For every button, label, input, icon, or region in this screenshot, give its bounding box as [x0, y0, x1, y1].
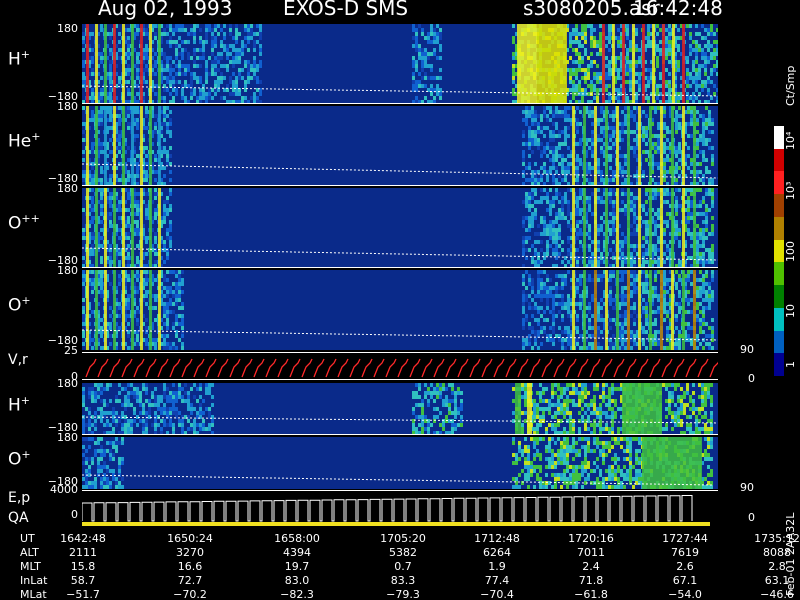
orbit-info-value: 2.4: [582, 560, 600, 573]
colorbar-swatch: [774, 330, 784, 354]
orbit-info-table: UT ALT MLT InLat MLat 1642:48 2111 15.8 58.…: [0, 528, 800, 600]
orbit-info-value: 83.0: [284, 574, 310, 587]
panel-label-o-plus-lower: O+: [8, 448, 31, 470]
tick-label: 4000: [50, 483, 78, 496]
colorbar-swatch: [774, 126, 784, 150]
panel-label-vr: V,r: [8, 352, 28, 368]
colorbar-swatch: [774, 239, 784, 263]
orbit-info-value: 3270: [176, 546, 204, 559]
orbit-info-value: 5382: [389, 546, 417, 559]
qa-bar: [82, 522, 710, 526]
colorbar-swatch: [774, 262, 784, 286]
orbit-info-value: 16.6: [177, 560, 203, 573]
o-plus-plus-spectrogram: [82, 188, 718, 268]
panel-label-h-plus: H+: [8, 48, 31, 70]
orbit-info-value: −79.3: [386, 588, 420, 600]
orbit-info-value: 7011: [577, 546, 605, 559]
colorbar-swatch: [774, 307, 784, 332]
colorbar-swatch: [774, 148, 784, 172]
tick-label: 180: [57, 377, 78, 390]
orbit-info-value: 1727:44: [662, 532, 708, 545]
panel-label-he-plus: He+: [8, 130, 41, 152]
orbit-info-value: 15.8: [70, 560, 96, 573]
right-tick-label: 0: [748, 511, 755, 524]
instrument-title: EXOS-D SMS: [283, 0, 409, 20]
orbit-info-value: 1705:20: [380, 532, 426, 545]
spectrogram-canvas: [82, 437, 713, 489]
h-plus-lower-spectrogram: [82, 383, 718, 435]
tick-label: 180: [57, 264, 78, 277]
orbit-info-value: 72.7: [177, 574, 203, 587]
header: Aug 02, 1993 EXOS-D SMS s3080205.asr 16:…: [0, 0, 800, 22]
colorbar-swatch: [774, 194, 784, 218]
orbit-info-value: 67.1: [672, 574, 698, 587]
orbit-info-value: 2111: [69, 546, 97, 559]
orbit-info-value: −54.0: [668, 588, 702, 600]
orbit-info-value: −51.7: [66, 588, 100, 600]
colorbar-swatch: [774, 171, 784, 195]
colorbar-swatch: [774, 353, 784, 377]
he-plus-spectrogram: [82, 106, 718, 186]
orbit-info-value: 7619: [671, 546, 699, 559]
orbit-info-value: −70.2: [173, 588, 207, 600]
colorbar-unit: Ct/Smp: [784, 65, 797, 106]
vr-panel: [82, 352, 718, 380]
colorbar-tick: 10: [784, 304, 797, 318]
spectrogram-canvas: [82, 188, 718, 267]
orbit-info-value: 2.6: [676, 560, 694, 573]
o-plus-lower-spectrogram: [82, 437, 718, 489]
orbit-info-value: 1650:24: [167, 532, 213, 545]
colorbar-tick: 1: [784, 361, 797, 368]
time-label: 16:42:48: [633, 0, 723, 20]
orbit-info-value: 1642:48: [60, 532, 106, 545]
spectrogram-canvas: [82, 106, 718, 185]
panel-label-qa: QA: [8, 510, 29, 526]
plot-window: Aug 02, 1993 EXOS-D SMS s3080205.asr 16:…: [0, 0, 800, 600]
tick-label: 0: [71, 508, 78, 521]
right-tick-label: 90: [740, 481, 754, 494]
orbit-info-value: 1720:16: [568, 532, 614, 545]
panel-label-o-plus-plus: O++: [8, 212, 40, 234]
o-plus-spectrogram: [82, 270, 718, 350]
orbit-info-value: 6264: [483, 546, 511, 559]
right-tick-label: 90: [740, 343, 754, 356]
orbit-info-value: 1712:48: [474, 532, 520, 545]
tick-label: 180: [57, 182, 78, 195]
colorbar-swatch: [774, 216, 784, 241]
panel-label-ep: E,p: [8, 490, 31, 506]
tick-label: 25: [64, 344, 78, 357]
spectrogram-canvas: [82, 383, 718, 434]
colorbar: [774, 126, 784, 377]
colorbar-tick: 10⁴: [784, 131, 797, 150]
orbit-info-value: −61.8: [574, 588, 608, 600]
orbit-info-value: 83.3: [390, 574, 416, 587]
h-plus-spectrogram: [82, 24, 718, 104]
colorbar-tick: 10³: [784, 181, 797, 200]
orbit-info-value: −70.4: [480, 588, 514, 600]
orbit-info-value: 71.8: [578, 574, 604, 587]
orbit-info-value: 19.7: [284, 560, 310, 573]
tick-label: 180: [57, 100, 78, 113]
orbit-info-value: 0.7: [394, 560, 412, 573]
colorbar-tick: 100: [784, 241, 797, 262]
vr-trace: [85, 358, 718, 378]
date-title: Aug 02, 1993: [98, 0, 233, 20]
orbit-info-value: 1.9: [488, 560, 506, 573]
panel-label-h-plus-lower: H+: [8, 394, 31, 416]
spectrogram-canvas: [82, 270, 718, 350]
right-tick-label: 0: [748, 372, 755, 385]
panel-label-o-plus: O+: [8, 294, 31, 316]
colorbar-swatch: [774, 285, 784, 309]
ep-panel: [82, 490, 718, 526]
orbit-info-value: 58.7: [70, 574, 96, 587]
orbit-info-value: 77.4: [484, 574, 510, 587]
ep-trace: [82, 495, 710, 526]
file-id: Feb-01 2AA32L: [784, 512, 797, 596]
orbit-info-value: 4394: [283, 546, 311, 559]
orbit-info-value: 1658:00: [274, 532, 320, 545]
tick-label: 180: [57, 431, 78, 444]
spectrogram-canvas: [82, 24, 718, 103]
tick-label: 180: [57, 22, 78, 35]
orbit-info-value: −82.3: [280, 588, 314, 600]
